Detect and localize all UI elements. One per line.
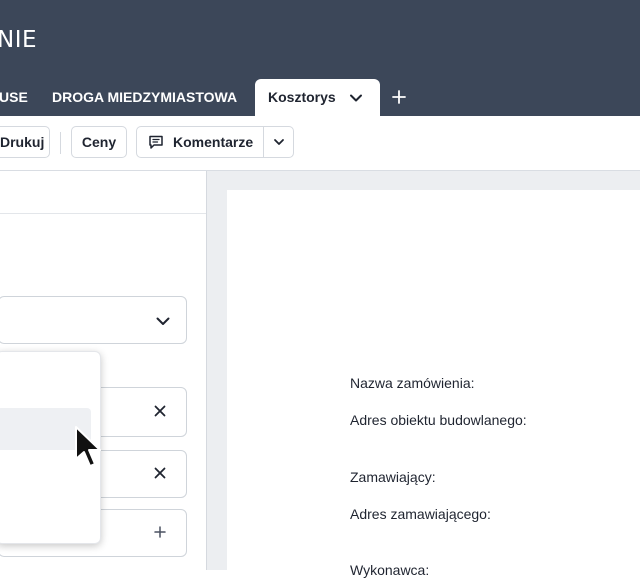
doc-label-client-address: Adres zamawiającego: <box>350 506 491 522</box>
comments-split-divider <box>263 127 264 157</box>
document-page: Nazwa zamówienia: Adres obiektu budowlan… <box>227 190 640 578</box>
close-icon[interactable] <box>152 403 168 419</box>
prices-button-label: Ceny <box>81 134 117 150</box>
toolbar-divider <box>60 132 61 154</box>
plus-icon[interactable] <box>152 524 168 540</box>
plus-icon <box>392 90 406 104</box>
toolbar: Drukuj Ceny Komentarze <box>0 116 640 171</box>
document-preview-area: Nazwa zamówienia: Adres obiektu budowlan… <box>207 171 640 578</box>
left-panel <box>0 171 207 570</box>
tab-droga-miedzymiastowa[interactable]: DROGA MIEDZYMIASTOWA <box>52 79 237 116</box>
add-tab-button[interactable] <box>390 86 408 108</box>
print-button-label: Drukuj <box>0 134 45 150</box>
comments-button-label[interactable]: Komentarze <box>173 127 253 157</box>
tab-kosztorys[interactable]: Kosztorys <box>255 79 380 116</box>
print-button[interactable]: Drukuj <box>0 126 50 158</box>
chevron-down-icon[interactable] <box>349 91 363 105</box>
app-header: NIE USE DROGA MIEDZYMIASTOWA Kosztorys <box>0 0 640 116</box>
select-dropdown[interactable] <box>0 296 187 344</box>
doc-label-client: Zamawiający: <box>350 469 436 485</box>
comment-icon <box>149 135 163 149</box>
app-title: NIE <box>0 27 38 53</box>
doc-label-contractor: Wykonawca: <box>350 562 430 578</box>
tab-kosztorys-label: Kosztorys <box>268 89 336 105</box>
close-icon[interactable] <box>152 465 168 481</box>
chevron-down-icon <box>156 317 170 325</box>
tab-use[interactable]: USE <box>0 79 28 116</box>
doc-label-site-address: Adres obiektu budowlanego: <box>350 412 527 428</box>
prices-button[interactable]: Ceny <box>71 126 127 158</box>
doc-label-order-name: Nazwa zamówienia: <box>350 375 475 391</box>
mouse-cursor-icon <box>75 426 101 467</box>
panel-divider <box>0 213 206 214</box>
comments-button-group: Komentarze <box>136 126 294 158</box>
chevron-down-icon[interactable] <box>273 136 285 148</box>
